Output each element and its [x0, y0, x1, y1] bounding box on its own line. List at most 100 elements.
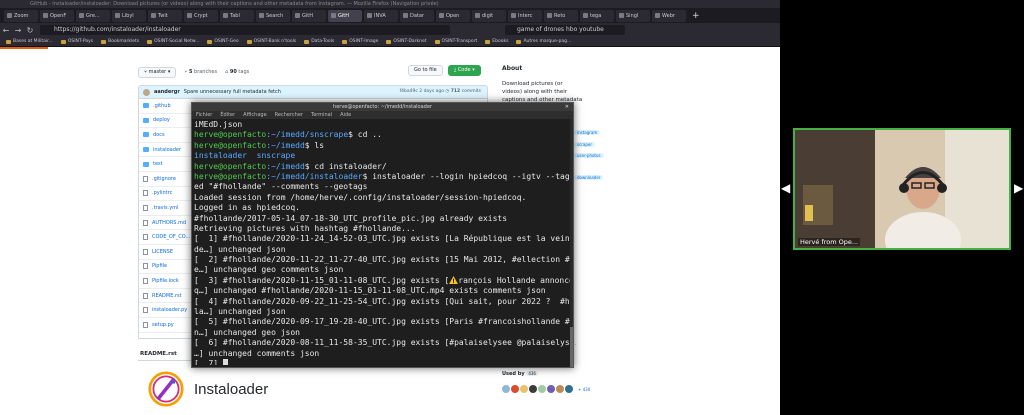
- participant-video[interactable]: Hervé from Ope...: [793, 128, 1011, 250]
- browser-tab[interactable]: GitH: [328, 9, 362, 22]
- file-name[interactable]: Pipfile.lock: [152, 278, 179, 284]
- file-name[interactable]: AUTHORS.md: [152, 220, 186, 226]
- file-name[interactable]: setup.py: [152, 322, 174, 328]
- branches-link[interactable]: ⑂ 5 branches: [184, 69, 217, 75]
- terminal-menu-item[interactable]: Affichage: [243, 111, 267, 119]
- browser-tab[interactable]: OpenF: [40, 9, 74, 22]
- browser-tab[interactable]: Webr: [652, 9, 686, 22]
- browser-tab[interactable]: Interc: [508, 9, 542, 22]
- terminal-command: $ ls: [304, 140, 325, 150]
- browser-tab[interactable]: GitH: [292, 9, 326, 22]
- bookmark-folder[interactable]: OSINT-Image: [342, 39, 378, 44]
- file-name[interactable]: .travis.yml: [152, 205, 178, 211]
- topic-tag[interactable]: scraper: [574, 142, 596, 147]
- scrollbar-thumb[interactable]: [570, 327, 573, 367]
- file-name[interactable]: deploy: [153, 117, 170, 123]
- file-name[interactable]: Pipfile: [152, 263, 167, 269]
- avatar[interactable]: [538, 385, 546, 393]
- browser-tab[interactable]: Zoom: [4, 9, 38, 22]
- file-name[interactable]: instaloader.py: [152, 307, 187, 313]
- history-icon: ◷: [445, 89, 450, 94]
- terminal-output[interactable]: iMEdD.json herve@openfacto:~/imedd/snscra…: [192, 119, 573, 365]
- file-name[interactable]: docs: [153, 132, 165, 138]
- terminal-scrollbar[interactable]: [570, 119, 573, 367]
- used-by-avatars[interactable]: + 430: [502, 385, 590, 393]
- terminal-line: instaloader snscrape: [194, 151, 571, 161]
- bookmark-folder[interactable]: Ebooks: [485, 39, 508, 44]
- readme-label[interactable]: README.rst: [140, 351, 177, 357]
- file-name[interactable]: .github: [153, 103, 171, 109]
- file-name[interactable]: README.rst: [152, 293, 182, 299]
- browser-tab[interactable]: Search: [256, 9, 290, 22]
- used-by-heading[interactable]: Used by 436: [502, 371, 538, 377]
- go-to-file-button[interactable]: Go to file: [408, 65, 443, 76]
- terminal-menu-item[interactable]: Aide: [340, 111, 351, 119]
- terminal-menu-item[interactable]: Fichier: [196, 111, 212, 119]
- file-name[interactable]: LICENSE: [152, 249, 173, 255]
- browser-tab[interactable]: tega: [580, 9, 614, 22]
- avatar[interactable]: [502, 385, 510, 393]
- browser-tab[interactable]: digit: [472, 9, 506, 22]
- file-name[interactable]: CODE_OF_CO...: [152, 234, 190, 240]
- terminal-menu-item[interactable]: Rechercher: [275, 111, 303, 119]
- bookmark-folder[interactable]: OSINT-Social Netw...: [147, 39, 199, 44]
- tags-link[interactable]: ⌂ 90 tags: [225, 69, 249, 75]
- topic-tag[interactable]: instagram: [574, 130, 601, 135]
- bookmark-folder[interactable]: OSINT-Bank n'tools: [247, 39, 297, 44]
- commits-label[interactable]: commits: [462, 89, 481, 94]
- new-tab-icon[interactable]: +: [692, 11, 700, 21]
- file-name[interactable]: .pylintrc: [152, 190, 172, 196]
- browser-tab[interactable]: Datar: [400, 9, 434, 22]
- commit-message[interactable]: Spare unnecessary full metadata fetch: [184, 89, 281, 95]
- back-icon[interactable]: ←: [0, 26, 12, 35]
- bookmark-folder[interactable]: OSINT-Geo: [207, 39, 238, 44]
- search-bar[interactable]: game of drones hbo youtube: [505, 25, 625, 35]
- avatar[interactable]: [556, 385, 564, 393]
- avatar[interactable]: [547, 385, 555, 393]
- commit-hash-time[interactable]: f4ba49c 2 days ago: [400, 89, 444, 94]
- bookmark-folder[interactable]: Data-Tools: [304, 39, 334, 44]
- file-name[interactable]: .gitignore: [152, 176, 176, 182]
- branch-select[interactable]: ⑂ master ▾: [138, 66, 177, 78]
- browser-tab[interactable]: Open: [436, 9, 470, 22]
- browser-tab[interactable]: Gre...: [76, 9, 110, 22]
- file-name[interactable]: instaloader: [153, 147, 181, 153]
- used-by-more[interactable]: + 430: [578, 387, 590, 392]
- close-icon[interactable]: ✕: [565, 103, 569, 111]
- url-bar[interactable]: https://github.com/instaloader/instaload…: [40, 25, 450, 35]
- forward-icon[interactable]: →: [12, 26, 24, 35]
- browser-tab[interactable]: INVA: [364, 9, 398, 22]
- bookmark-folder[interactable]: OSINT-Pays: [61, 39, 93, 44]
- chevron-left-icon[interactable]: ◀: [781, 181, 790, 195]
- bookmark-folder[interactable]: Autres marque-pag...: [516, 39, 571, 44]
- browser-tab[interactable]: Twit: [148, 9, 182, 22]
- browser-tab[interactable]: Crypt: [184, 9, 218, 22]
- reload-icon[interactable]: ↻: [24, 26, 36, 35]
- avatar[interactable]: [511, 385, 519, 393]
- browser-tab[interactable]: Reto: [544, 9, 578, 22]
- terminal-window[interactable]: herve@openfacto: ~/imedd/instaloader ✕ Fi…: [191, 102, 574, 368]
- tab-label: Libyl: [122, 12, 134, 19]
- bookmark-folder[interactable]: OSINT-Transport: [435, 39, 478, 44]
- bookmark-folder[interactable]: OSINT-Darknet: [386, 39, 426, 44]
- avatar[interactable]: [520, 385, 528, 393]
- commits-count[interactable]: 712: [451, 89, 460, 94]
- terminal-titlebar[interactable]: herve@openfacto: ~/imedd/instaloader ✕: [192, 103, 573, 111]
- browser-tab[interactable]: Tabl: [220, 9, 254, 22]
- file-name[interactable]: test: [153, 161, 163, 167]
- bookmark-folder[interactable]: Bases at Militair...: [6, 39, 53, 44]
- avatar[interactable]: [529, 385, 537, 393]
- browser-tab[interactable]: Libyl: [112, 9, 146, 22]
- avatar[interactable]: [143, 88, 150, 96]
- topic-tag[interactable]: user-photos: [574, 153, 604, 158]
- chevron-right-icon[interactable]: ▶: [1014, 181, 1023, 195]
- bookmark-folder[interactable]: Bookmarklets: [101, 39, 139, 44]
- commit-author[interactable]: aandergr: [154, 89, 180, 95]
- browser-tab[interactable]: Singl: [616, 9, 650, 22]
- terminal-menu-item[interactable]: Terminal: [311, 111, 332, 119]
- folder-icon: [143, 132, 149, 138]
- avatar[interactable]: [565, 385, 573, 393]
- terminal-menu-item[interactable]: Éditer: [220, 111, 235, 119]
- topic-tag[interactable]: downloader: [574, 175, 604, 180]
- code-button[interactable]: ⤓ Code ▾: [448, 65, 481, 76]
